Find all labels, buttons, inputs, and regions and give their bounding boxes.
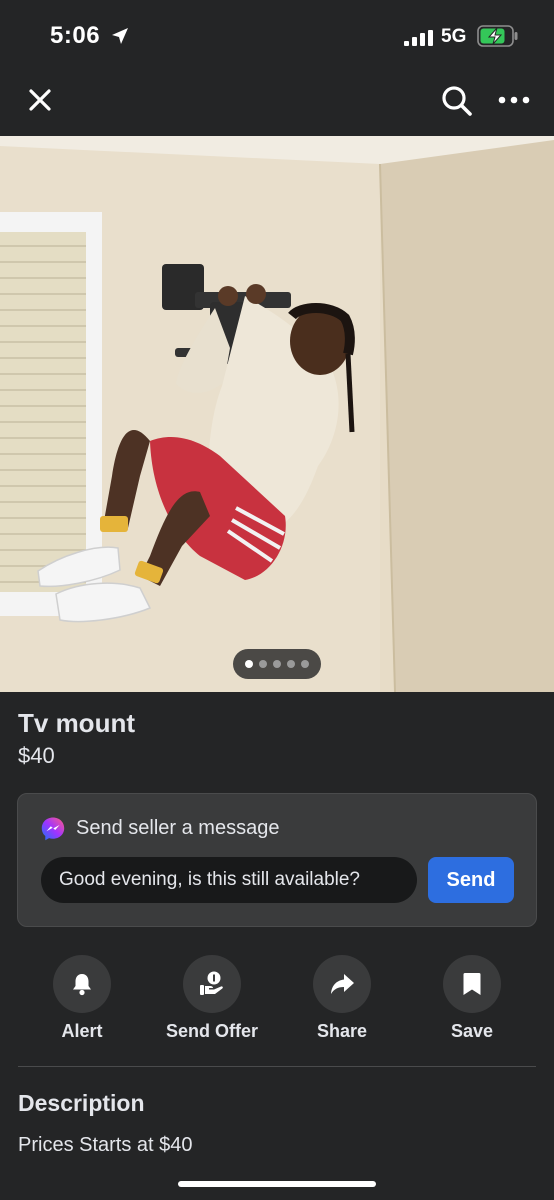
listing-price: $40	[18, 743, 55, 768]
close-icon[interactable]	[24, 84, 56, 116]
share-button-circle[interactable]	[313, 955, 371, 1013]
alert-label: Alert	[61, 1021, 103, 1041]
message-heading: Send seller a message	[76, 817, 280, 839]
message-input[interactable]: Good evening, is this still available?	[41, 857, 417, 903]
pager-dot[interactable]	[245, 660, 253, 668]
save-label: Save	[450, 1021, 494, 1041]
messenger-icon	[41, 817, 65, 841]
bookmark-icon	[463, 973, 481, 995]
send-button[interactable]: Send	[428, 857, 514, 903]
alert-button-circle[interactable]	[53, 955, 111, 1013]
pager-dot[interactable]	[273, 660, 281, 668]
send-offer-button-circle[interactable]	[183, 955, 241, 1013]
status-bar: 5:06 5G	[0, 0, 554, 70]
network-type: 5G	[441, 26, 467, 47]
share-label: Share	[316, 1021, 368, 1041]
description-text: Prices Starts at $40	[18, 1134, 193, 1156]
bell-icon	[73, 974, 91, 996]
listing-photo[interactable]	[0, 136, 554, 692]
pager-dot[interactable]	[259, 660, 267, 668]
more-icon[interactable]	[496, 90, 532, 110]
search-icon[interactable]	[440, 84, 474, 118]
pager-dot[interactable]	[287, 660, 295, 668]
send-offer-label: Send Offer	[165, 1021, 258, 1041]
listing-title: Tv mount	[18, 708, 135, 738]
home-indicator[interactable]	[178, 1181, 376, 1187]
battery-charging-icon	[477, 25, 518, 47]
send-offer-button[interactable]: Send Offer	[147, 953, 277, 1053]
photo-pager[interactable]	[233, 649, 321, 679]
share-icon	[331, 974, 354, 994]
save-button-circle[interactable]	[443, 955, 501, 1013]
description-heading: Description	[18, 1090, 145, 1116]
action-row: Alert Send Offer Share Save	[0, 953, 554, 1053]
share-button[interactable]: Share	[277, 953, 407, 1053]
offer-icon	[200, 971, 223, 995]
pager-dot[interactable]	[301, 660, 309, 668]
save-button[interactable]: Save	[407, 953, 537, 1053]
nav-bar	[0, 70, 554, 136]
cell-signal-icon	[404, 30, 433, 46]
location-arrow-icon	[112, 28, 128, 44]
divider	[18, 1066, 536, 1067]
message-seller-card: Send seller a message Good evening, is t…	[17, 793, 537, 927]
alert-button[interactable]: Alert	[17, 953, 147, 1053]
listing-photo-image	[0, 136, 554, 692]
status-time: 5:06	[50, 22, 101, 49]
